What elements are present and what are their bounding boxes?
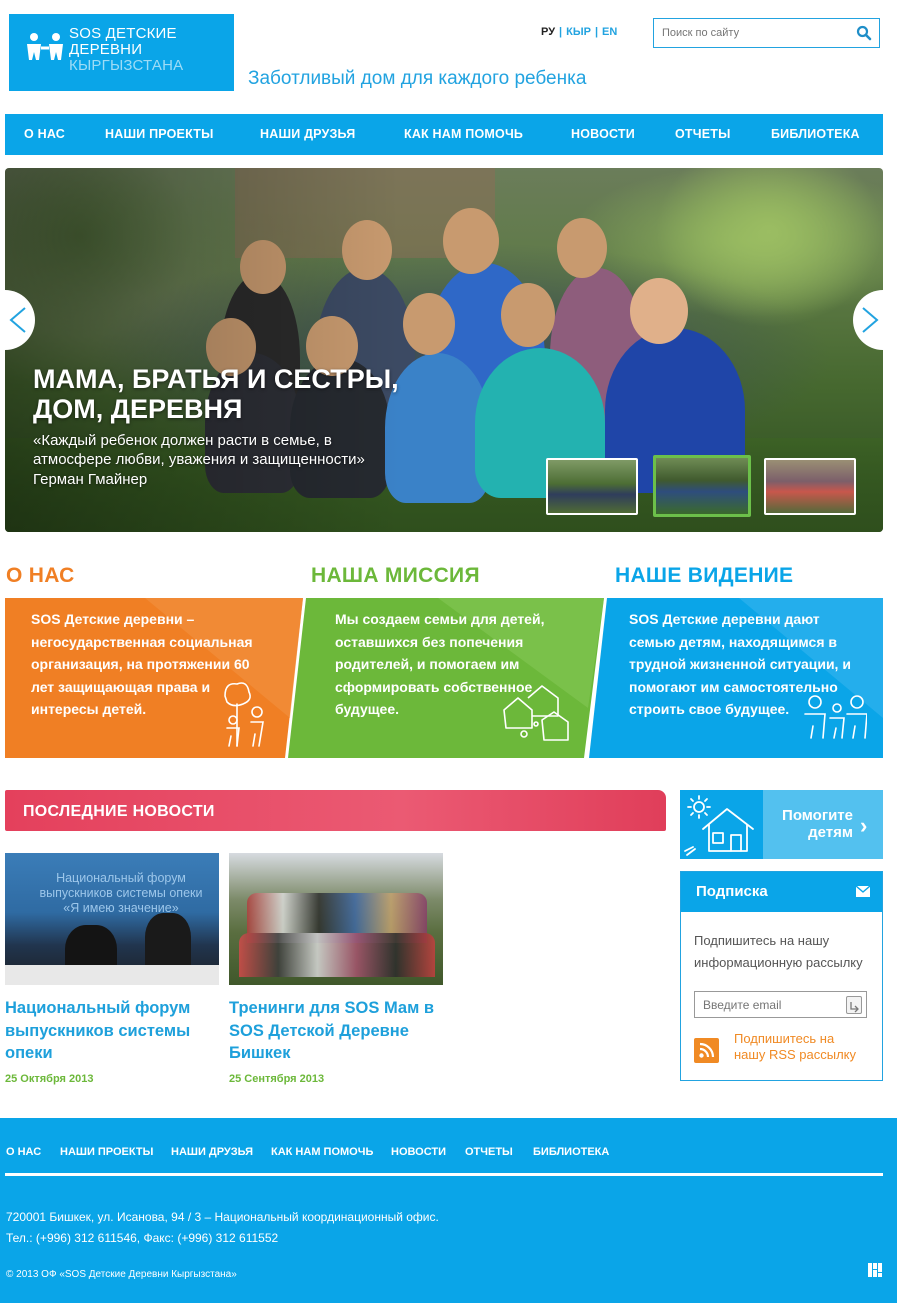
logo-line-3: КЫРГЫЗСТАНА [69,57,184,74]
mission-panel[interactable]: Мы создаем семьи для детей, оставшихся б… [288,598,604,758]
search-input[interactable] [662,25,852,41]
logo-line-1: SOS ДЕТСКИЕ [69,25,177,42]
hero-quote-line-2: атмосфере любви, уважения и защищенности… [33,451,365,468]
mission-title: НАША МИССИЯ [311,564,480,587]
vision-title: НАШЕ ВИДЕНИЕ [615,564,794,587]
nav-reports[interactable]: ОТЧЕТЫ [675,127,731,141]
news-header: ПОСЛЕДНИЕ НОВОСТИ [5,790,666,831]
footer-nav-reports[interactable]: ОТЧЕТЫ [465,1146,513,1158]
arrow-left-icon [9,307,26,333]
hero-thumbnail-2[interactable] [653,455,751,517]
nav-about[interactable]: О НАС [24,127,65,141]
news-date-1: 25 Октября 2013 [5,1073,94,1085]
search-box [653,18,880,48]
mail-icon [856,886,870,897]
subscribe-submit-button[interactable] [846,996,862,1014]
nav-news[interactable]: НОВОСТИ [571,127,635,141]
news-heading: ПОСЛЕДНИЕ НОВОСТИ [23,803,215,820]
hero-slider: МАМА, БРАТЬЯ И СЕСТРЫ, ДОМ, ДЕРЕВНЯ «Каж… [5,168,883,532]
footer-nav-news[interactable]: НОВОСТИ [391,1146,446,1158]
nav-projects[interactable]: НАШИ ПРОЕКТЫ [105,127,214,141]
footer-address: 720001 Бишкек, ул. Исанова, 94 / 3 – Нац… [6,1210,439,1224]
hero-thumbnail-1[interactable] [546,458,638,515]
site-logo[interactable]: SOS ДЕТСКИЕ ДЕРЕВНИ КЫРГЫЗСТАНА [9,14,234,91]
lang-kg[interactable]: КЫР [566,26,591,38]
hero-quote-line-1: «Каждый ребенок должен расти в семье, в [33,432,332,449]
hero-quote-author: Герман Гмайнер [33,471,148,488]
about-title: О НАС [6,564,75,587]
footer-nav-friends[interactable]: НАШИ ДРУЗЬЯ [171,1146,253,1158]
houses-icon [503,685,569,741]
footer-divider [5,1173,883,1176]
sos-logo-icon [23,30,67,62]
subscribe-title: Подписка [696,883,768,900]
footer-nav-about[interactable]: О НАС [6,1146,41,1158]
site-tagline: Заботливый дом для каждого ребенка [248,68,587,89]
footer-contacts: 720001 Бишкек, ул. Исанова, 94 / 3 – Нац… [6,1207,439,1249]
logo-line-2: ДЕРЕВНИ [69,41,143,58]
help-children-banner[interactable]: Помогите детям › [680,790,883,859]
news-title-1[interactable]: Национальный форум выпускников системы о… [5,997,219,1065]
help-children-label: Помогите детям [782,807,853,841]
subscribe-box: Подписка Подпишитесь на нашу информацион… [680,871,883,1081]
rss-icon [699,1042,715,1058]
nav-library[interactable]: БИБЛИОТЕКА [771,127,860,141]
subscribe-header: Подписка [681,872,882,912]
vision-panel[interactable]: SOS Детские деревни дают семью детям, на… [589,598,883,758]
site-logo-icon[interactable] [868,1263,882,1277]
footer-nav-help[interactable]: КАК НАМ ПОМОЧЬ [271,1146,373,1158]
hero-title-line-1: МАМА, БРАТЬЯ И СЕСТРЫ, [33,364,399,394]
rss-link[interactable]: Подпишитесь на нашу RSS рассылку [734,1031,874,1063]
family-icon [804,695,867,739]
hero-quote: «Каждый ребенок должен расти в семье, в … [33,431,453,469]
nav-help[interactable]: КАК НАМ ПОМОЧЬ [404,127,523,141]
logo-text: SOS ДЕТСКИЕ ДЕРЕВНИ КЫРГЫЗСТАНА [69,26,183,74]
rss-button[interactable] [694,1038,719,1063]
news-title-2[interactable]: Тренинги для SOS Мам в SOS Детской Дерев… [229,997,443,1065]
lang-ru[interactable]: РУ [541,26,555,38]
footer-phones: Тел.: (+996) 312 611546, Факс: (+996) 31… [6,1231,279,1245]
footer-nav-projects[interactable]: НАШИ ПРОЕКТЫ [60,1146,153,1158]
about-panel[interactable]: SOS Детские деревни – негосударственная … [5,598,303,758]
footer-copyright: © 2013 ОФ «SOS Детские Деревни Кыргызста… [6,1269,237,1280]
chevron-right-icon: › [860,813,868,838]
submit-icon [850,1002,859,1013]
language-switcher: РУ | КЫР | EN [541,26,618,38]
news-image-1[interactable]: Национальный форум выпускников системы о… [5,853,219,985]
subscribe-description: Подпишитесь на нашу информационную рассы… [694,933,863,970]
footer-nav-library[interactable]: БИБЛИОТЕКА [533,1146,609,1158]
children-icon [224,682,264,747]
nav-friends[interactable]: НАШИ ДРУЗЬЯ [260,127,355,141]
search-icon[interactable] [856,25,872,41]
news-image-2[interactable] [229,853,443,985]
news-date-2: 25 Сентября 2013 [229,1073,325,1085]
main-nav: О НАС НАШИ ПРОЕКТЫ НАШИ ДРУЗЬЯ КАК НАМ П… [5,114,883,155]
email-field[interactable] [703,997,843,1013]
hero-title: МАМА, БРАТЬЯ И СЕСТРЫ, ДОМ, ДЕРЕВНЯ [33,364,433,424]
arrow-right-icon [862,307,879,333]
lang-en[interactable]: EN [602,26,617,38]
site-footer: О НАС НАШИ ПРОЕКТЫ НАШИ ДРУЗЬЯ КАК НАМ П… [0,1118,897,1303]
hero-thumbnail-3[interactable] [764,458,856,515]
house-sun-icon [684,795,754,856]
hero-title-line-2: ДОМ, ДЕРЕВНЯ [33,394,243,424]
email-field-wrapper [694,991,867,1018]
news-image-1-caption: Национальный форум выпускников системы о… [39,871,203,915]
